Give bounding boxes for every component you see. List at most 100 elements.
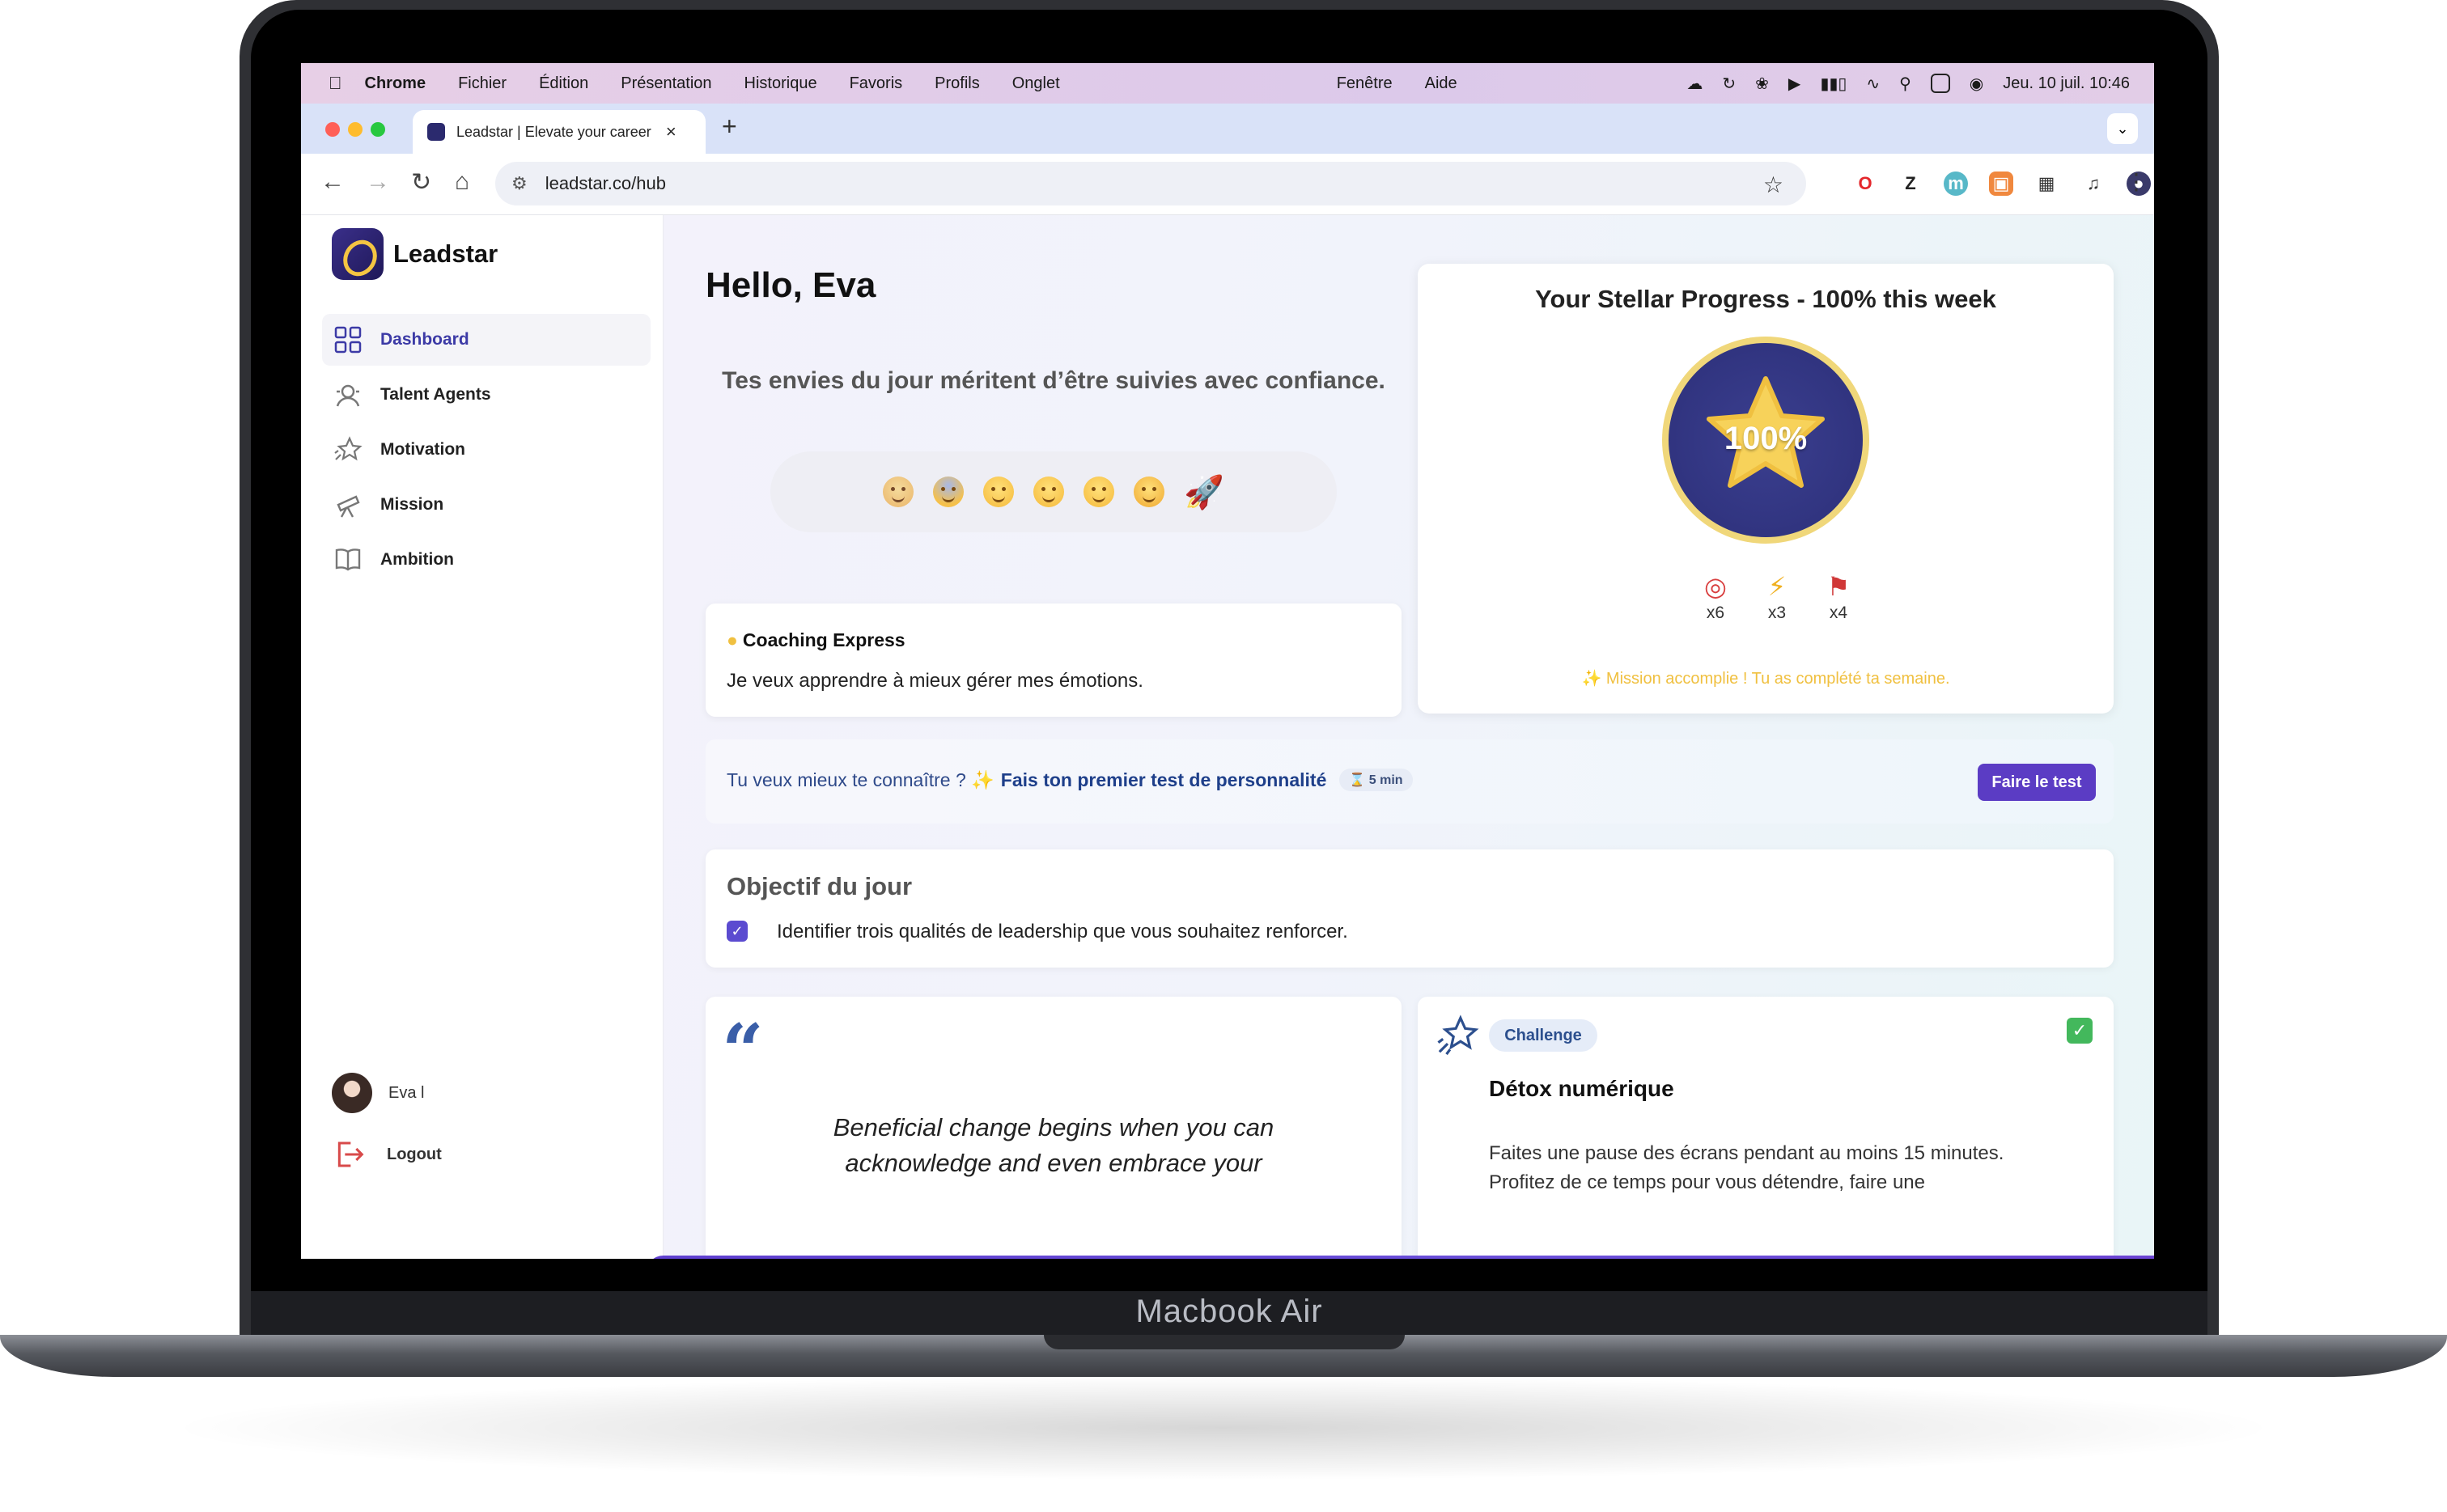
sidebar-item-mission[interactable]: Mission	[322, 479, 651, 531]
m-extension-icon[interactable]: m	[1944, 172, 1968, 196]
leadstar-logo-icon[interactable]	[332, 228, 384, 280]
mission-message: ✨ Mission accomplie ! Tu as complété ta …	[1581, 670, 1950, 688]
anxious-face-icon[interactable]	[933, 476, 965, 507]
tab-title: Leadstar | Elevate your career	[456, 123, 651, 140]
url-text: leadstar.co/hub	[545, 173, 666, 193]
kebab-menu-icon[interactable]: ⋮	[2125, 168, 2148, 195]
logout-button[interactable]: Logout	[332, 1137, 442, 1171]
sidebar-item-dashboard[interactable]: Dashboard	[322, 314, 651, 366]
sidebar-item-talent-agents[interactable]: Talent Agents	[322, 369, 651, 421]
stat-flags: ⚑ x4	[1814, 571, 1863, 623]
bookmark-star-icon[interactable]: ☆	[1763, 172, 1783, 198]
challenge-title: Détox numérique	[1489, 1076, 1674, 1101]
start-test-button[interactable]: Faire le test	[1978, 764, 2096, 801]
battery-icon[interactable]: ▮▮▯	[1820, 74, 1847, 94]
coaching-title-text: Coaching Express	[742, 629, 905, 650]
logout-label: Logout	[387, 1145, 442, 1163]
status-chatgpt-icon[interactable]: ❀	[1755, 74, 1769, 94]
stat-energy: ⚡ x3	[1753, 571, 1801, 623]
star-struck-face-icon[interactable]	[1134, 476, 1165, 507]
chevron-down-icon[interactable]: ⌄	[2107, 113, 2138, 144]
zoom-window-icon[interactable]	[371, 122, 385, 137]
status-play-icon[interactable]: ▶	[1788, 74, 1800, 94]
sidebar-item-motivation[interactable]: Motivation	[322, 424, 651, 476]
progress-medal: 100%	[1662, 337, 1869, 544]
menu-app-name[interactable]: Chrome	[365, 74, 426, 93]
page-title: Hello, Eva	[706, 265, 876, 305]
shooting-star-icon	[1437, 1014, 1479, 1056]
grid-icon	[334, 326, 362, 354]
menu-clock[interactable]: Jeu. 10 juil. 10:46	[2003, 74, 2130, 93]
personality-test-banner: Tu veux mieux te connaître ? ✨ Fais ton …	[706, 739, 2114, 824]
tab-leadstar[interactable]: Leadstar | Elevate your career ×	[413, 110, 706, 154]
new-tab-icon[interactable]: +	[722, 112, 737, 142]
menu-fenetre[interactable]: Fenêtre	[1337, 74, 1393, 93]
challenge-checkbox[interactable]: ✓	[2067, 1018, 2093, 1044]
agents-icon	[336, 384, 360, 407]
test-link[interactable]: Fais ton premier test de personnalité	[1001, 769, 1327, 791]
laptop-notch	[1044, 1335, 1405, 1349]
menu-aide[interactable]: Aide	[1425, 74, 1457, 93]
objective-checkbox[interactable]: ✓	[727, 921, 748, 942]
app-viewport: Leadstar Dashboard Talent Agents Motivat…	[301, 215, 2154, 1259]
close-tab-icon[interactable]: ×	[666, 121, 676, 142]
z-extension-icon[interactable]: Z	[1898, 172, 1923, 196]
back-icon[interactable]: ←	[320, 168, 345, 196]
close-window-icon[interactable]	[325, 122, 340, 137]
mood-selector: 🚀	[770, 451, 1337, 532]
orange-extension-icon[interactable]: ▣	[1989, 172, 2013, 196]
menu-presentation[interactable]: Présentation	[621, 74, 711, 93]
opera-extension-icon[interactable]: O	[1853, 172, 1877, 196]
sidebar-item-label: Mission	[380, 495, 444, 514]
forward-icon[interactable]: →	[366, 168, 390, 196]
spotlight-search-icon[interactable]: ⚲	[1899, 74, 1911, 94]
control-center-icon[interactable]	[1930, 74, 1950, 93]
user-name: Eva l	[388, 1083, 425, 1102]
media-controls-icon[interactable]: ♫	[2081, 172, 2106, 196]
wifi-icon[interactable]: ∿	[1866, 74, 1880, 94]
brand-name: Leadstar	[393, 239, 498, 268]
coaching-title: ● Coaching Express	[727, 629, 905, 651]
challenge-badge: Challenge	[1489, 1019, 1597, 1052]
laptop-shadow	[162, 1375, 2285, 1480]
address-bar[interactable]: ⚙ leadstar.co/hub ☆	[495, 162, 1806, 205]
apple-icon[interactable]: 	[329, 73, 342, 94]
reload-icon[interactable]: ↻	[411, 168, 431, 197]
menu-favoris[interactable]: Favoris	[850, 74, 903, 93]
stat-targets: ◎ x6	[1691, 571, 1740, 623]
daily-objective-card: Objectif du jour ✓ Identifier trois qual…	[706, 849, 2114, 968]
smile-face-icon[interactable]	[1033, 476, 1065, 507]
menu-fichier[interactable]: Fichier	[458, 74, 507, 93]
progress-title: Your Stellar Progress - 100% this week	[1535, 285, 1996, 313]
user-profile[interactable]: Eva l	[332, 1073, 424, 1113]
menu-profils[interactable]: Profils	[935, 74, 980, 93]
book-icon	[335, 548, 361, 571]
siri-icon[interactable]: ◉	[1970, 74, 1983, 94]
mood-prompt: Tes envies du jour méritent d’être suivi…	[722, 367, 1385, 394]
avatar	[332, 1073, 372, 1113]
sidebar-item-label: Ambition	[380, 550, 454, 569]
challenge-text: Faites une pause des écrans pendant au m…	[1489, 1142, 2004, 1193]
status-sync-icon[interactable]: ↻	[1722, 74, 1736, 94]
status-app-icon[interactable]: ☁	[1686, 74, 1703, 94]
menu-historique[interactable]: Historique	[744, 74, 817, 93]
sidebar-item-ambition[interactable]: Ambition	[322, 534, 651, 586]
quote-mark-icon: “	[722, 1008, 764, 1094]
rocket-icon[interactable]: 🚀	[1184, 473, 1224, 511]
menu-onglet[interactable]: Onglet	[1012, 74, 1060, 93]
tab-strip: Leadstar | Elevate your career × + ⌄	[301, 104, 2154, 154]
extensions-puzzle-icon[interactable]: ▦	[2034, 172, 2059, 196]
site-settings-icon[interactable]: ⚙	[511, 173, 528, 194]
coaching-express-card[interactable]: ● Coaching Express Je veux apprendre à mi…	[706, 604, 1402, 717]
target-icon: ◎	[1704, 572, 1727, 601]
objective-title: Objectif du jour	[727, 872, 913, 900]
menu-edition[interactable]: Édition	[539, 74, 588, 93]
sparkle-star-icon	[334, 436, 363, 461]
favicon-icon	[427, 123, 445, 141]
neutral-face-icon[interactable]	[983, 476, 1015, 507]
minimize-window-icon[interactable]	[348, 122, 363, 137]
sidebar-item-label: Dashboard	[380, 330, 469, 349]
sad-face-icon[interactable]	[883, 476, 914, 507]
grin-face-icon[interactable]	[1084, 476, 1115, 507]
home-icon[interactable]: ⌂	[455, 168, 469, 196]
